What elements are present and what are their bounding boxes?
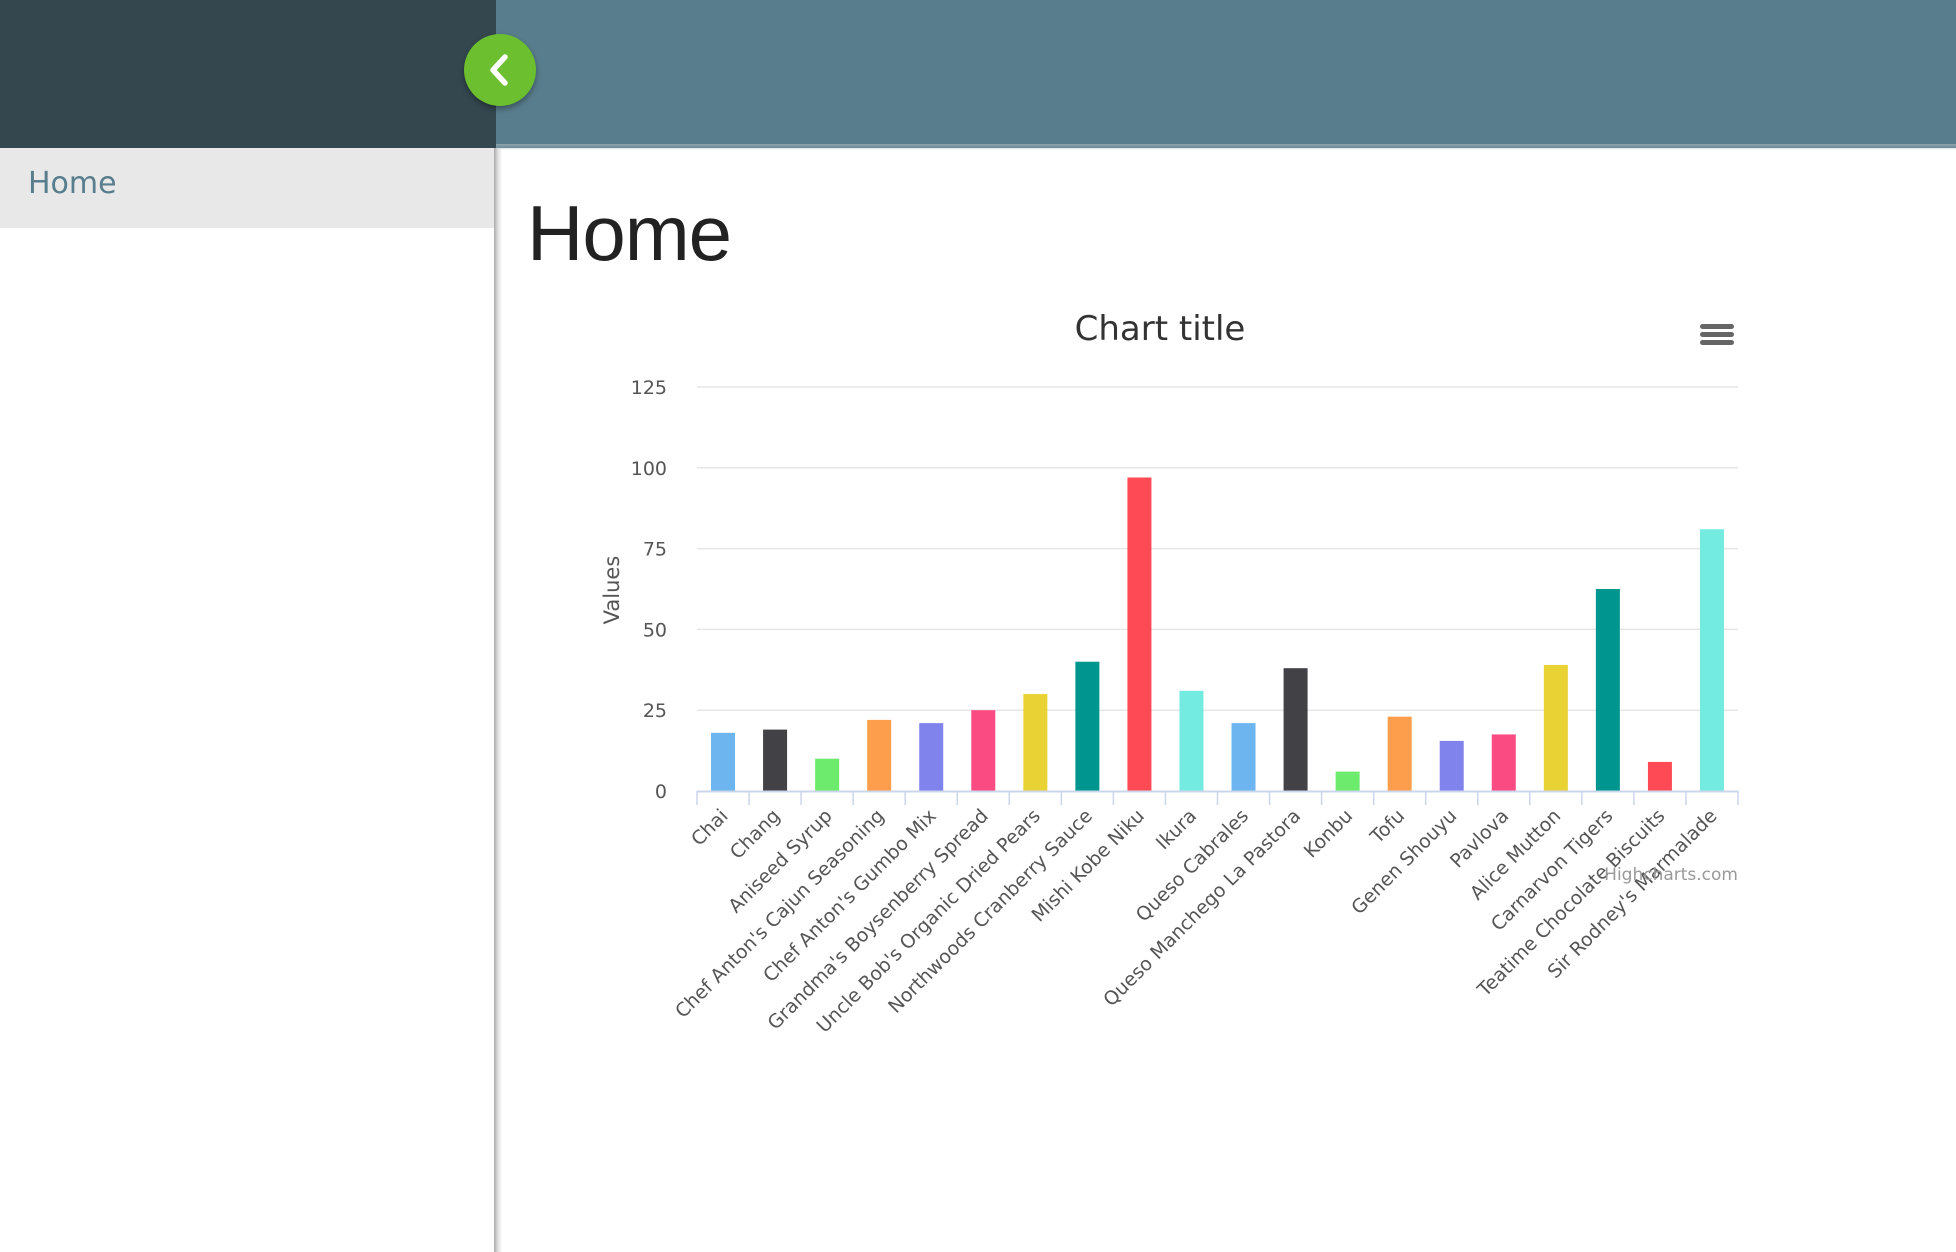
- bar-4[interactable]: [919, 723, 944, 791]
- bar-2[interactable]: [815, 758, 840, 791]
- x-tick-label: Alice Mutton: [1466, 805, 1566, 905]
- bar-16[interactable]: [1543, 664, 1568, 791]
- chart-title: Chart title: [1075, 309, 1246, 349]
- bar-3[interactable]: [867, 719, 892, 791]
- bar-8[interactable]: [1127, 477, 1152, 791]
- x-tick-label: Tofu: [1366, 805, 1410, 849]
- bar-14[interactable]: [1439, 740, 1464, 791]
- sidebar-item-label: Home: [28, 166, 117, 201]
- bar-1[interactable]: [763, 729, 788, 791]
- x-tick-label: Konbu: [1300, 805, 1357, 862]
- y-tick-label: 125: [631, 377, 667, 399]
- x-tick-label: Ikura: [1152, 805, 1201, 854]
- sidebar-toggle-button[interactable]: [464, 34, 536, 106]
- y-tick-label: 50: [643, 619, 667, 641]
- bar-0[interactable]: [711, 732, 736, 791]
- bar-18[interactable]: [1647, 761, 1672, 791]
- x-tick-label: Chai: [687, 805, 732, 850]
- x-axis: [696, 790, 1739, 805]
- bar-6[interactable]: [1023, 694, 1048, 791]
- bar-12[interactable]: [1335, 771, 1360, 791]
- chart-menu-button[interactable]: [1695, 320, 1745, 364]
- bar-19[interactable]: [1699, 529, 1724, 791]
- hamburger-menu-icon: [1700, 324, 1734, 345]
- bar-7[interactable]: [1075, 661, 1100, 791]
- y-tick-label: 0: [655, 781, 667, 803]
- y-tick-label: 75: [643, 539, 667, 561]
- gridlines: [697, 386, 1738, 711]
- page-title: Home: [527, 189, 732, 277]
- bar-15[interactable]: [1491, 734, 1516, 791]
- bar-9[interactable]: [1179, 690, 1204, 791]
- chart: Chart title Values 0 25 50 75 100 125 ChaiCha…: [600, 309, 1745, 1037]
- bars: [711, 477, 1724, 791]
- chart-credits[interactable]: Highcharts.com: [1604, 865, 1738, 885]
- bar-17[interactable]: [1595, 589, 1620, 791]
- bar-13[interactable]: [1387, 716, 1412, 791]
- bar-11[interactable]: [1283, 668, 1308, 791]
- sidebar-header: [0, 0, 496, 148]
- chevron-left-icon: [490, 54, 508, 86]
- bar-10[interactable]: [1231, 723, 1256, 791]
- x-axis-labels: ChaiChangAniseed SyrupChef Anton's Cajun…: [671, 805, 1721, 1037]
- y-tick-label: 25: [643, 700, 667, 722]
- top-bar: [496, 0, 1956, 148]
- sidebar-item-home[interactable]: Home: [0, 148, 496, 228]
- y-tick-label: 100: [631, 458, 667, 480]
- y-axis-ticks: 0 25 50 75 100 125: [631, 377, 667, 803]
- sidebar: [0, 148, 496, 1252]
- top-bar-shadow: [496, 144, 1956, 150]
- y-axis-title: Values: [600, 556, 624, 625]
- sidebar-divider: [494, 148, 502, 1252]
- bar-5[interactable]: [971, 710, 996, 791]
